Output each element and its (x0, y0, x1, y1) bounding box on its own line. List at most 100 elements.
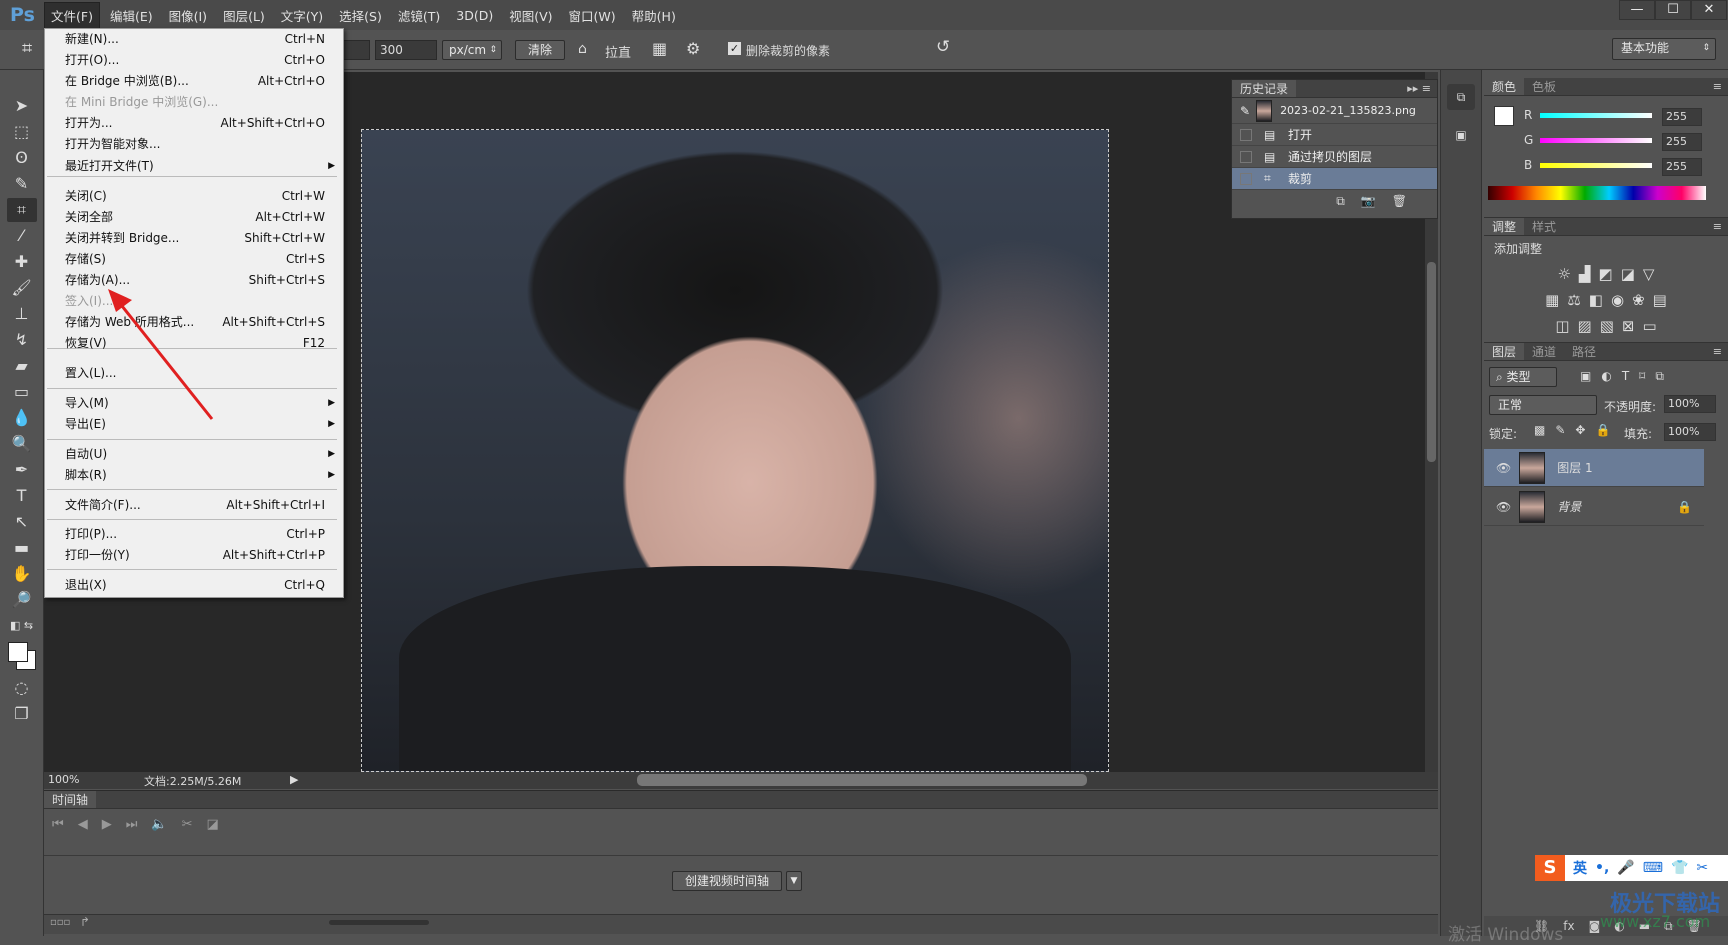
file-menu-item[interactable]: 自动(U) ▶ (45, 444, 343, 464)
file-menu-item[interactable]: 脚本(R) ▶ (45, 465, 343, 485)
layer-row[interactable]: 👁 背景 🔒 (1484, 488, 1704, 526)
straighten-button[interactable]: 拉直 (605, 42, 631, 61)
hue-saturation-icon[interactable]: ▦ (1545, 287, 1559, 313)
swap-colors-icon[interactable]: ◧ ⇆ (7, 614, 37, 638)
history-snapshot[interactable]: ✎ 2023-02-21_135823.png (1232, 98, 1437, 124)
punctuation-icon[interactable]: •, (1595, 860, 1609, 876)
stamp-tool-icon[interactable]: ⊥ (7, 302, 37, 326)
3d-panel-icon[interactable]: ▣ (1447, 122, 1475, 148)
tab-swatches[interactable]: 色板 (1524, 78, 1564, 95)
workspace-select[interactable]: 基本功能 ⇕ (1612, 38, 1716, 60)
file-menu-item[interactable]: 打开为智能对象... (45, 134, 343, 154)
marquee-tool-icon[interactable]: ⬚ (7, 120, 37, 144)
g-slider[interactable] (1540, 138, 1652, 143)
healing-brush-tool-icon[interactable]: ✚ (7, 250, 37, 274)
file-menu-item[interactable]: 新建(N)... Ctrl+N (45, 29, 343, 49)
history-brush-tool-icon[interactable]: ↯ (7, 328, 37, 352)
b-slider[interactable] (1540, 163, 1652, 168)
selective-color-icon[interactable]: ⊠ (1622, 313, 1635, 339)
panel-menu-icon[interactable]: ≡ (1713, 80, 1722, 93)
panel-menu-icon[interactable]: ≡ (1713, 345, 1722, 358)
brightness-icon[interactable]: ☼ (1558, 261, 1571, 287)
menu-filter[interactable]: 滤镜(T) (392, 3, 446, 28)
blend-mode-select[interactable]: 正常 (1489, 395, 1597, 415)
crop-tool-icon[interactable]: ⌗ (6, 198, 37, 222)
menu-help[interactable]: 帮助(H) (626, 3, 682, 28)
color-lookup-icon[interactable]: ▤ (1653, 287, 1667, 313)
delete-cropped-checkbox[interactable]: ✓ (728, 42, 741, 55)
pen-tool-icon[interactable]: ✒ (7, 458, 37, 482)
scissors-icon[interactable]: ✂ (1696, 860, 1708, 876)
g-input[interactable]: 255 (1662, 133, 1702, 151)
status-arrow-icon[interactable]: ▶ (290, 773, 298, 786)
channel-mixer-icon[interactable]: ❀ (1632, 287, 1645, 313)
zoom-level[interactable]: 100% (48, 773, 79, 786)
brush-tool-icon[interactable]: 🖌 (7, 276, 37, 300)
file-menu-item[interactable]: 关闭全部 Alt+Ctrl+W (45, 207, 343, 227)
scissors-icon[interactable]: ✂ (182, 817, 193, 832)
trash-icon[interactable]: 🗑 (1392, 194, 1407, 209)
move-tool-icon[interactable]: ➤ (7, 94, 37, 118)
quick-select-tool-icon[interactable]: ✎ (7, 172, 37, 196)
eye-icon[interactable]: 👁 (1496, 461, 1511, 475)
file-menu-item[interactable]: 存储为(A)... Shift+Ctrl+S (45, 270, 343, 290)
smart-filter-icon[interactable]: ⧉ (1655, 369, 1664, 384)
file-menu-item[interactable]: 打开(O)... Ctrl+O (45, 50, 343, 70)
photo-filter-icon[interactable]: ◉ (1611, 287, 1624, 313)
gradient-map-icon[interactable]: ▭ (1642, 313, 1656, 339)
lock-move-icon[interactable]: ✥ (1575, 423, 1585, 437)
file-menu-item[interactable]: 置入(L)... (45, 363, 343, 383)
file-menu-item[interactable]: 存储(S) Ctrl+S (45, 249, 343, 269)
lock-brush-icon[interactable]: ✎ (1555, 423, 1565, 437)
path-select-tool-icon[interactable]: ↖ (7, 510, 37, 534)
invert-icon[interactable]: ◫ (1555, 313, 1569, 339)
eye-icon[interactable]: 👁 (1496, 500, 1511, 514)
file-menu-item[interactable]: 导入(M) ▶ (45, 393, 343, 413)
file-menu-item[interactable]: 打印(P)... Ctrl+P (45, 524, 343, 544)
next-frame-icon[interactable]: ⏭ (126, 817, 138, 832)
skin-icon[interactable]: 👕 (1671, 860, 1688, 876)
tab-adjustments[interactable]: 调整 (1484, 218, 1525, 235)
levels-icon[interactable]: ▟ (1579, 261, 1591, 287)
adjust-filter-icon[interactable]: ◐ (1601, 369, 1611, 384)
type-filter-icon[interactable]: T (1622, 369, 1629, 384)
mic-icon[interactable]: 🎤 (1617, 860, 1634, 876)
r-input[interactable]: 255 (1662, 108, 1702, 126)
lasso-tool-icon[interactable]: ʘ (7, 146, 37, 170)
zoom-tool-icon[interactable]: 🔎 (7, 588, 37, 612)
tab-timeline[interactable]: 时间轴 (44, 791, 97, 808)
black-white-icon[interactable]: ◧ (1589, 287, 1603, 313)
tab-color[interactable]: 颜色 (1484, 78, 1525, 95)
menu-3d[interactable]: 3D(D) (450, 5, 499, 26)
menu-file[interactable]: 文件(F) (44, 1, 100, 29)
eraser-tool-icon[interactable]: ▰ (7, 354, 37, 378)
play-icon[interactable]: ▶ (102, 817, 112, 832)
create-video-timeline-button[interactable]: 创建视频时间轴 (672, 871, 782, 891)
panel-menu-icon[interactable]: ≡ (1713, 220, 1722, 233)
mask-icon[interactable]: ◙ (1589, 919, 1601, 933)
hand-tool-icon[interactable]: ✋ (7, 562, 37, 586)
curves-icon[interactable]: ◩ (1599, 261, 1613, 287)
frames-icon[interactable]: ▫▫▫ (50, 917, 70, 928)
dodge-tool-icon[interactable]: 🔍 (7, 432, 37, 456)
gear-icon[interactable]: ⚙ (686, 39, 700, 58)
new-document-icon[interactable]: ⧉ (1336, 194, 1345, 209)
lock-transparent-icon[interactable]: ▩ (1534, 423, 1545, 437)
audio-icon[interactable]: 🔈 (151, 817, 167, 832)
tab-channels[interactable]: 通道 (1524, 343, 1564, 360)
menu-view[interactable]: 视图(V) (503, 3, 558, 28)
menu-image[interactable]: 图像(I) (163, 3, 213, 28)
file-menu-item[interactable]: 退出(X) Ctrl+Q (45, 575, 343, 595)
file-menu-item[interactable]: 恢复(V) F12 (45, 333, 343, 353)
pixel-filter-icon[interactable]: ▣ (1580, 369, 1591, 384)
file-menu-item[interactable]: 存储为 Web 所用格式... Alt+Shift+Ctrl+S (45, 312, 343, 332)
screen-mode-icon[interactable]: ❐ (7, 702, 37, 726)
reset-icon[interactable]: ↺ (936, 37, 950, 57)
first-frame-icon[interactable]: ⏮ (52, 817, 64, 832)
fg-bg-color[interactable] (0, 640, 43, 674)
timeline-zoom-slider[interactable] (329, 920, 429, 925)
camera-icon[interactable]: 📷 (1361, 194, 1376, 209)
file-menu-item[interactable]: 关闭(C) Ctrl+W (45, 186, 343, 206)
history-panel-icon[interactable]: ⧉ (1447, 84, 1475, 110)
threshold-icon[interactable]: ▧ (1600, 313, 1614, 339)
